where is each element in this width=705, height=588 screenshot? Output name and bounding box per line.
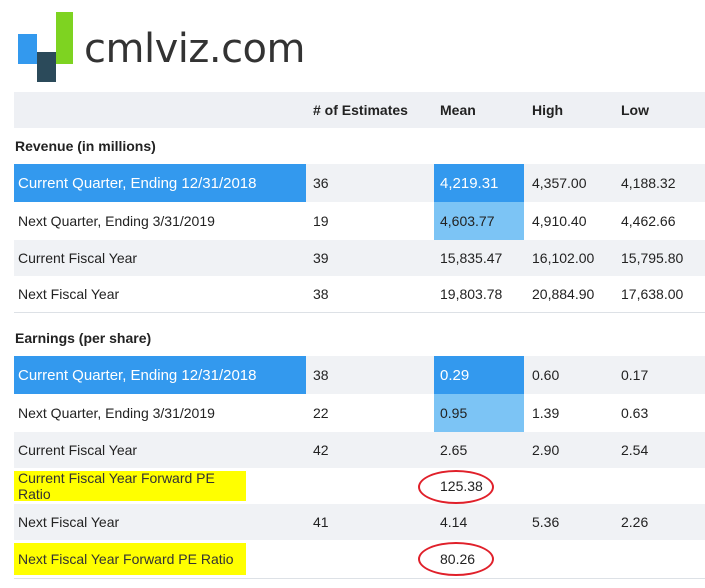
row-estimates: 19 <box>313 213 329 229</box>
header-label <box>14 92 306 128</box>
row-low: 15,795.80 <box>621 250 684 266</box>
header-high: High <box>532 102 564 118</box>
row-label: Next Quarter, Ending 3/31/2019 <box>18 405 215 421</box>
table-row: Current Quarter, Ending 12/31/2018 38 0.… <box>14 356 705 394</box>
row-mean: 19,803.78 <box>440 286 503 302</box>
row-low: 2.54 <box>621 442 649 458</box>
pe-ratio-label: Next Fiscal Year Forward PE Ratio <box>14 543 246 575</box>
row-mean: 2.65 <box>440 442 468 458</box>
row-high: 0.60 <box>532 367 560 383</box>
row-label: Current Fiscal Year <box>18 442 138 458</box>
header-estimates: # of Estimates <box>313 102 408 118</box>
row-label: Current Quarter, Ending 12/31/2018 <box>14 164 306 202</box>
row-estimates: 38 <box>313 367 329 383</box>
divider <box>14 312 705 313</box>
table-row: Current Fiscal Year 42 2.65 2.90 2.54 <box>14 432 705 468</box>
row-high: 20,884.90 <box>532 286 595 302</box>
table-row: Next Fiscal Year 38 19,803.78 20,884.90 … <box>14 276 705 312</box>
row-estimates: 39 <box>313 250 329 266</box>
row-label: Next Fiscal Year <box>18 514 120 530</box>
row-high: 4,357.00 <box>532 175 587 191</box>
row-estimates: 38 <box>313 286 329 302</box>
earnings-section: Earnings (per share) <box>14 320 705 356</box>
row-label: Current Quarter, Ending 12/31/2018 <box>14 356 306 394</box>
row-high: 1.39 <box>532 405 560 421</box>
table-header: # of Estimates Mean High Low <box>14 92 705 128</box>
table-row: Current Quarter, Ending 12/31/2018 36 4,… <box>14 164 705 202</box>
row-low: 0.63 <box>621 405 649 421</box>
row-label: Current Fiscal Year <box>18 250 138 266</box>
row-high: 5.36 <box>532 514 560 530</box>
pe-ratio-label: Current Fiscal Year Forward PE Ratio <box>14 470 246 502</box>
row-estimates: 22 <box>313 405 329 421</box>
row-estimates: 41 <box>313 514 329 530</box>
table-row: Current Fiscal Year 39 15,835.47 16,102.… <box>14 240 705 276</box>
divider <box>14 578 705 579</box>
revenue-title: Revenue (in millions) <box>15 138 156 154</box>
row-mean: 4,603.77 <box>434 202 524 240</box>
revenue-section: Revenue (in millions) <box>14 128 705 164</box>
pe-ratio-circle <box>418 542 494 576</box>
logo-text: cmlviz.com <box>84 26 306 72</box>
table-row: Next Fiscal Year 41 4.14 5.36 2.26 <box>14 504 705 540</box>
header-mean: Mean <box>440 102 476 118</box>
row-low: 0.17 <box>621 367 649 383</box>
row-high: 4,910.40 <box>532 213 587 229</box>
logo-green-bar <box>56 12 73 64</box>
table-row: Next Quarter, Ending 3/31/2019 22 0.95 1… <box>14 394 705 432</box>
row-mean: 4,219.31 <box>434 164 524 202</box>
row-mean: 15,835.47 <box>440 250 503 266</box>
logo-blue-square <box>18 34 37 64</box>
row-low: 4,188.32 <box>621 175 676 191</box>
table-row: Next Fiscal Year Forward PE Ratio 80.26 <box>14 540 705 578</box>
earnings-title: Earnings (per share) <box>15 330 152 346</box>
row-mean: 4.14 <box>440 514 468 530</box>
row-low: 17,638.00 <box>621 286 684 302</box>
cmlviz-logo[interactable]: cmlviz.com <box>0 0 306 92</box>
logo-teal-square <box>37 52 56 82</box>
row-low: 4,462.66 <box>621 213 676 229</box>
row-mean: 0.29 <box>434 356 524 394</box>
header-low: Low <box>621 102 649 118</box>
row-label: Next Fiscal Year <box>18 286 120 302</box>
row-mean: 0.95 <box>434 394 524 432</box>
pe-ratio-circle <box>418 470 494 504</box>
row-estimates: 42 <box>313 442 329 458</box>
table-row: Next Quarter, Ending 3/31/2019 19 4,603.… <box>14 202 705 240</box>
row-label: Next Quarter, Ending 3/31/2019 <box>18 213 215 229</box>
row-high: 2.90 <box>532 442 560 458</box>
row-estimates: 36 <box>313 175 329 191</box>
row-high: 16,102.00 <box>532 250 595 266</box>
row-low: 2.26 <box>621 514 649 530</box>
table-row: Current Fiscal Year Forward PE Ratio 125… <box>14 468 705 504</box>
